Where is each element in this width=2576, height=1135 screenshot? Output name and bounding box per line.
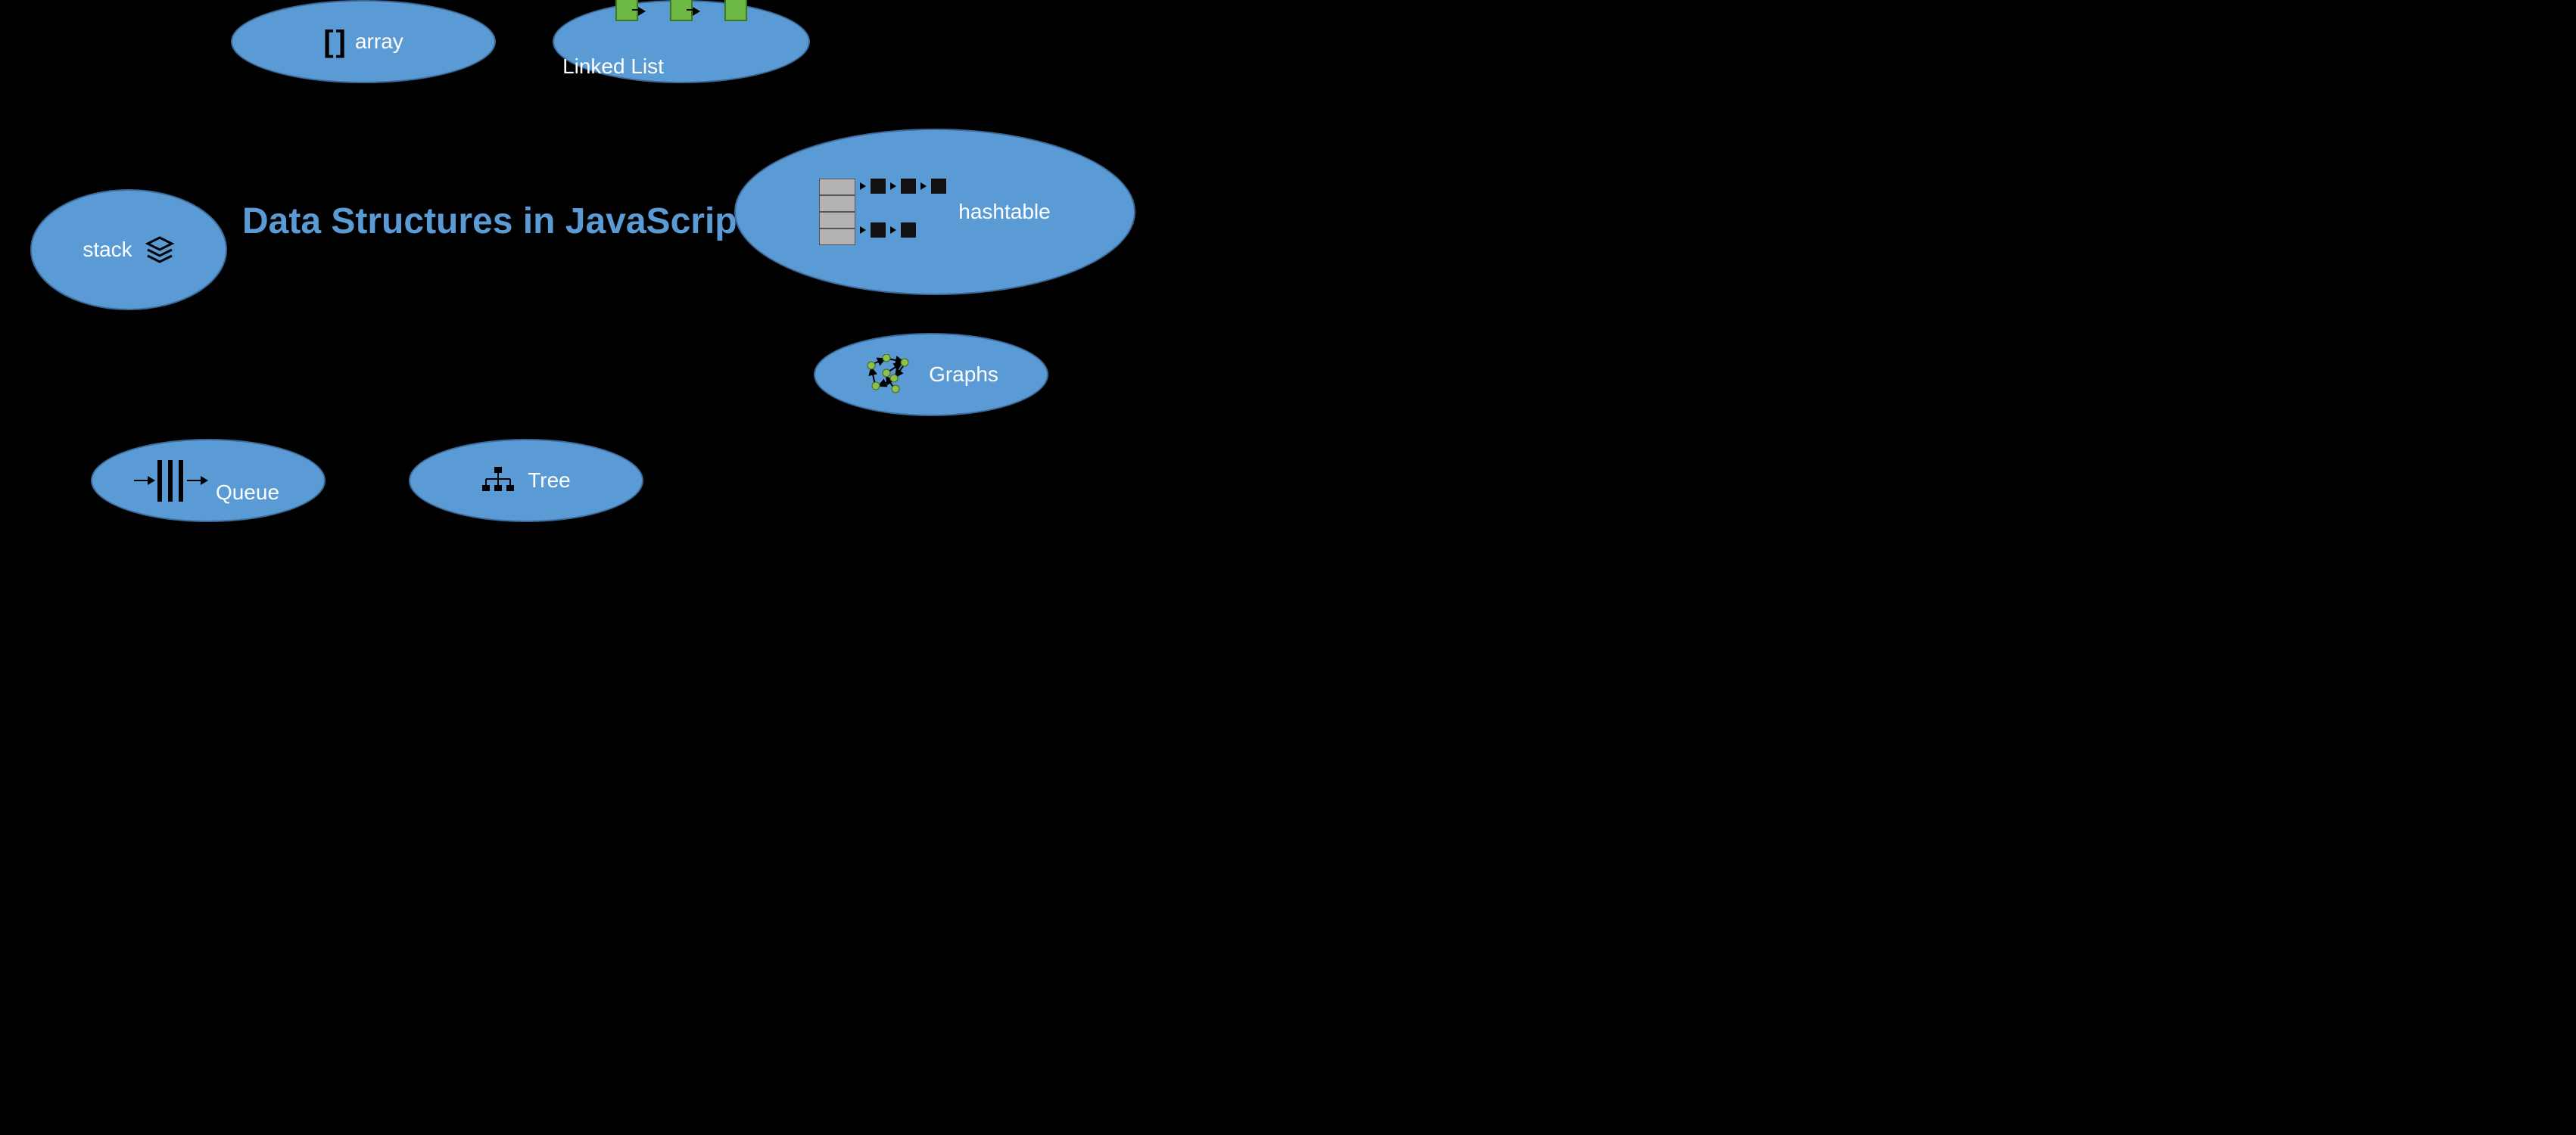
node-array-label: array: [355, 30, 403, 54]
queue-icon: [134, 460, 207, 502]
node-tree-label: Tree: [528, 468, 571, 493]
linked-list-icon: [615, 0, 747, 21]
node-hashtable-label: hashtable: [958, 200, 1050, 224]
node-hashtable: hashtable: [734, 129, 1135, 295]
node-graphs-label: Graphs: [929, 362, 998, 387]
graph-icon: [864, 354, 917, 396]
hashtable-icon: [819, 179, 946, 245]
array-icon: [ ]: [323, 25, 343, 59]
diagram-title: Data Structures in JavaScript: [242, 201, 749, 242]
node-stack: stack: [30, 189, 227, 310]
node-array: [ ] array: [231, 0, 496, 83]
tree-icon: [481, 465, 516, 496]
node-linked-list-label: Linked List: [562, 54, 664, 79]
stack-icon: [145, 235, 175, 265]
node-queue: Queue: [91, 439, 326, 522]
node-graphs: Graphs: [814, 333, 1048, 416]
node-tree: Tree: [409, 439, 643, 522]
node-queue-label: Queue: [216, 480, 279, 505]
node-linked-list: Linked List: [553, 0, 810, 83]
node-stack-label: stack: [83, 238, 132, 262]
